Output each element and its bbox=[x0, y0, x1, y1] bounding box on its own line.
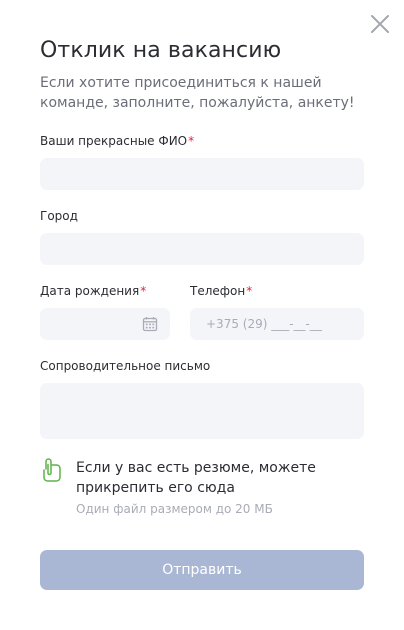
modal-title: Отклик на вакансию bbox=[40, 38, 282, 63]
city-input[interactable] bbox=[40, 233, 364, 265]
phone-input[interactable] bbox=[190, 308, 364, 340]
birth-date-label-text: Дата рождения bbox=[40, 284, 140, 298]
close-icon bbox=[371, 15, 389, 33]
full-name-label: Ваши прекрасные ФИО* bbox=[40, 134, 194, 148]
required-mark: * bbox=[140, 284, 147, 298]
date-picker-button[interactable] bbox=[142, 316, 158, 332]
city-label: Город bbox=[40, 209, 78, 223]
full-name-label-text: Ваши прекрасные ФИО bbox=[40, 134, 188, 148]
birth-date-label: Дата рождения* bbox=[40, 284, 146, 298]
submit-button[interactable]: Отправить bbox=[40, 550, 364, 590]
attach-resume-text[interactable]: Если у вас есть резюме, можете прикрепит… bbox=[76, 458, 336, 498]
required-mark: * bbox=[188, 134, 195, 148]
paperclip-icon bbox=[43, 458, 61, 482]
close-button[interactable] bbox=[369, 13, 391, 35]
attach-file-button[interactable] bbox=[40, 458, 64, 484]
full-name-input[interactable] bbox=[40, 158, 364, 190]
phone-label-text: Телефон bbox=[190, 284, 246, 298]
attach-size-hint: Один файл размером до 20 МБ bbox=[76, 502, 273, 516]
phone-label: Телефон* bbox=[190, 284, 252, 298]
calendar-icon bbox=[142, 317, 158, 332]
cover-letter-textarea[interactable] bbox=[40, 383, 364, 439]
cover-letter-label: Сопроводительное письмо bbox=[40, 359, 211, 373]
modal-subtitle: Если хотите присоединиться к нашей коман… bbox=[40, 75, 355, 111]
required-mark: * bbox=[246, 284, 253, 298]
